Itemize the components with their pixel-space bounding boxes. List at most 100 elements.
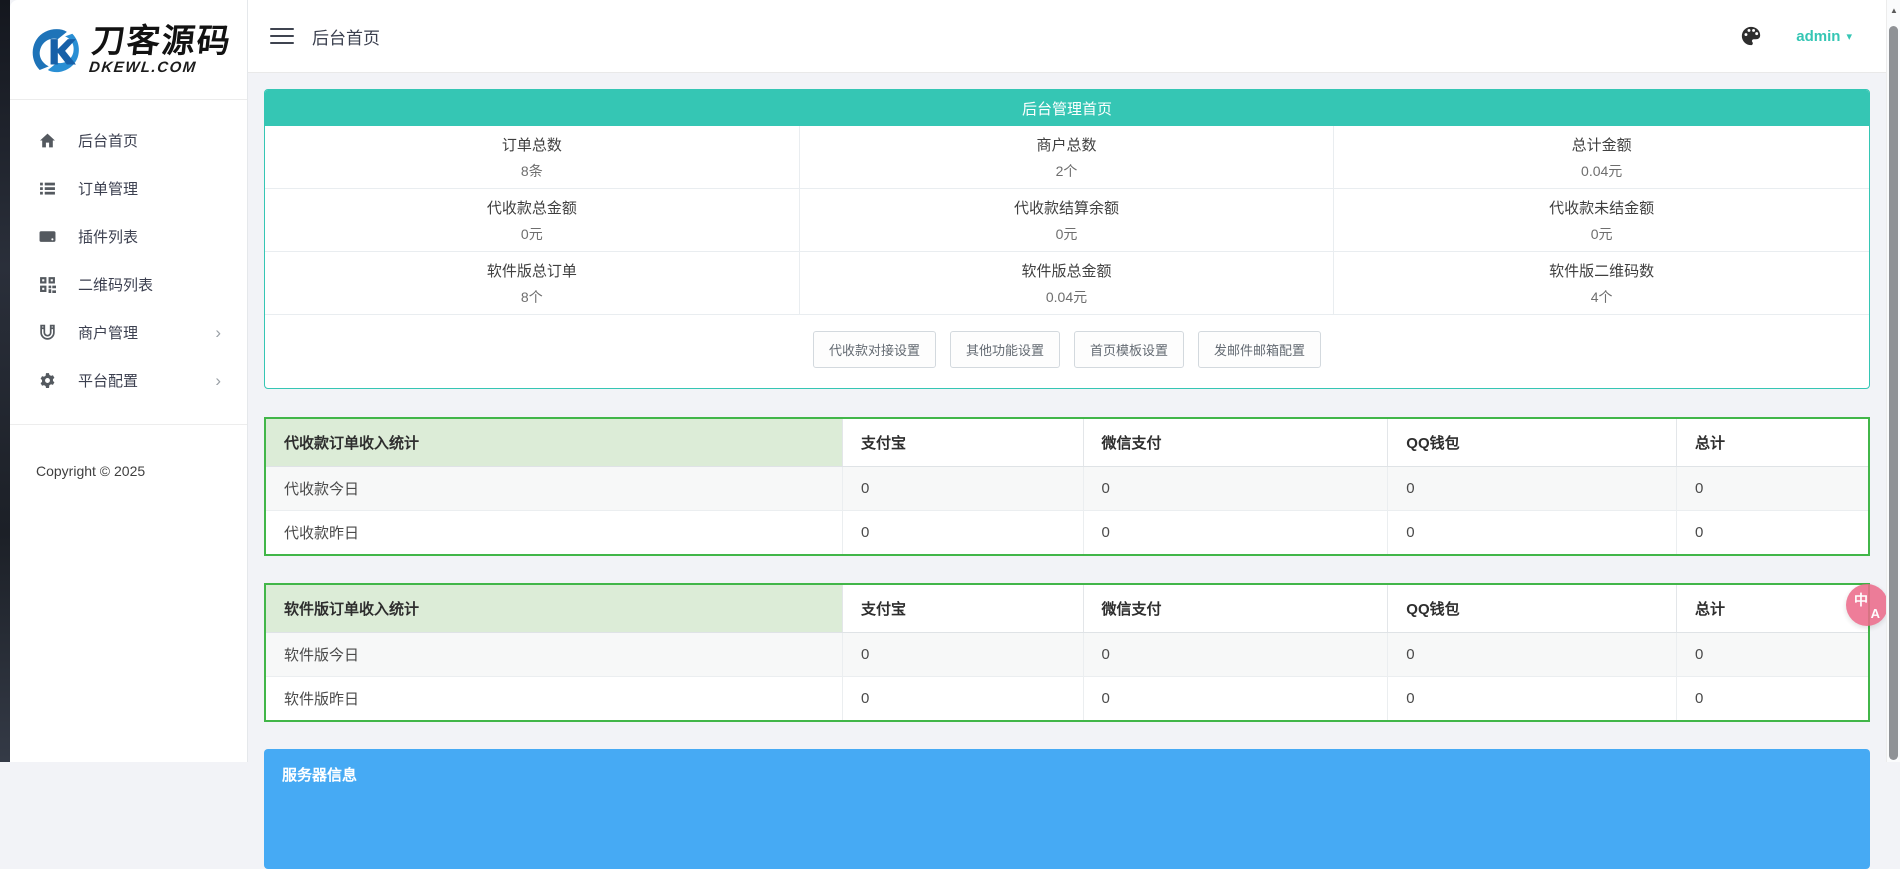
cell-value: 0 <box>1083 676 1389 721</box>
user-dropdown[interactable]: admin ▾ <box>1796 28 1852 45</box>
sidebar: 刀客源码 DKEWL.COM 后台首页 订单管理 插件列表 二维码列表 商户管理… <box>10 0 248 762</box>
column-header-total: 总计 <box>1676 584 1869 633</box>
stat-collection-settled-balance: 代收款结算余额 0元 <box>799 189 1335 252</box>
server-info-title: 服务器信息 <box>282 767 358 784</box>
email-config-button[interactable]: 发邮件邮箱配置 <box>1198 331 1322 368</box>
cell-value: 0 <box>842 676 1084 721</box>
gear-icon <box>38 371 56 389</box>
stat-software-orders: 软件版总订单 8个 <box>265 252 800 315</box>
cell-value: 0 <box>842 466 1084 511</box>
stat-label: 软件版二维码数 <box>1549 262 1655 280</box>
sidebar-item-label: 插件列表 <box>78 228 139 246</box>
column-header-alipay: 支付宝 <box>842 418 1084 467</box>
stat-value: 2个 <box>1055 162 1078 179</box>
sidebar-item-orders[interactable]: 订单管理 <box>10 164 247 212</box>
cell-value: 0 <box>1387 632 1677 677</box>
sidebar-item-label: 二维码列表 <box>78 276 154 294</box>
page-title: 后台首页 <box>312 28 380 48</box>
sidebar-item-platform-config[interactable]: 平台配置 › <box>10 356 247 404</box>
cell-value: 0 <box>1676 632 1869 677</box>
stat-value: 4个 <box>1590 288 1613 305</box>
column-header-total: 总计 <box>1676 418 1869 467</box>
theme-palette-icon[interactable] <box>1740 25 1762 47</box>
chevron-right-icon: › <box>215 370 221 390</box>
vertical-scrollbar[interactable]: ▲ <box>1886 0 1900 762</box>
dashboard-panel-title: 后台管理首页 <box>265 90 1869 126</box>
stat-total-orders: 订单总数 8条 <box>265 126 800 189</box>
table-header-row: 代收款订单收入统计 支付宝 微信支付 QQ钱包 总计 <box>265 418 1869 467</box>
cell-value: 0 <box>842 510 1084 555</box>
homepage-template-settings-button[interactable]: 首页模板设置 <box>1074 331 1185 368</box>
sidebar-item-qrcodes[interactable]: 二维码列表 <box>10 260 247 308</box>
server-info-panel: 服务器信息 <box>264 749 1870 869</box>
stat-label: 代收款结算余额 <box>1013 199 1119 217</box>
cell-value: 0 <box>1387 466 1677 511</box>
table-title: 代收款订单收入统计 <box>265 418 843 467</box>
stat-label: 代收款未结金额 <box>1549 199 1655 217</box>
magnet-icon <box>38 323 56 341</box>
table-row: 代收款昨日 0 0 0 0 <box>265 510 1869 555</box>
stat-label: 软件版总订单 <box>486 262 577 280</box>
brand-logo-text: 刀客源码 DKEWL.COM <box>87 22 234 76</box>
cell-value: 0 <box>1083 510 1389 555</box>
brand-logo-icon <box>32 28 79 72</box>
row-label: 软件版昨日 <box>265 676 843 721</box>
sidebar-item-home[interactable]: 后台首页 <box>10 116 247 164</box>
stat-label: 商户总数 <box>1036 136 1097 154</box>
qrcode-icon <box>38 275 56 293</box>
brand-domain: DKEWL.COM <box>87 59 198 76</box>
stat-label: 总计金额 <box>1571 136 1632 154</box>
hamburger-menu-icon[interactable] <box>270 23 294 49</box>
row-label: 代收款今日 <box>265 466 843 511</box>
cell-value: 0 <box>842 632 1084 677</box>
desktop-background-sliver <box>0 0 10 762</box>
brand-logo[interactable]: 刀客源码 DKEWL.COM <box>10 0 247 100</box>
table-row: 代收款今日 0 0 0 0 <box>265 466 1869 511</box>
cell-value: 0 <box>1083 632 1389 677</box>
stat-label: 代收款总金额 <box>486 199 577 217</box>
sidebar-item-merchants[interactable]: 商户管理 › <box>10 308 247 356</box>
cell-value: 0 <box>1695 690 1704 707</box>
dashboard-panel: 后台管理首页 订单总数 8条 商户总数 2个 总计金额 0.04元 代收款总金额… <box>264 89 1870 389</box>
caret-down-icon: ▾ <box>1846 30 1852 43</box>
stat-total-merchants: 商户总数 2个 <box>799 126 1335 189</box>
main-content: 后台管理首页 订单总数 8条 商户总数 2个 总计金额 0.04元 代收款总金额… <box>248 73 1886 869</box>
topbar-right: admin ▾ <box>1740 25 1852 47</box>
cell-value: 0 <box>1387 676 1677 721</box>
home-icon <box>38 131 56 149</box>
stat-label: 软件版总金额 <box>1021 262 1112 280</box>
cell-value: 0 <box>1083 466 1389 511</box>
stat-collection-total: 代收款总金额 0元 <box>265 189 800 252</box>
scrollbar-up-icon[interactable]: ▲ <box>1887 6 1900 15</box>
other-functions-settings-button[interactable]: 其他功能设置 <box>949 331 1060 368</box>
column-header-qq-wallet: QQ钱包 <box>1387 418 1677 467</box>
translate-floating-button[interactable]: 中 A <box>1846 584 1888 626</box>
copyright-text: Copyright © 2025 <box>36 463 146 479</box>
stats-grid: 订单总数 8条 商户总数 2个 总计金额 0.04元 代收款总金额 0元 代收款… <box>265 126 1869 315</box>
stat-value: 0元 <box>1055 225 1078 242</box>
table-title: 软件版订单收入统计 <box>265 584 843 633</box>
stat-collection-unsettled: 代收款未结金额 0元 <box>1334 189 1869 252</box>
collection-api-settings-button[interactable]: 代收款对接设置 <box>812 331 936 368</box>
sidebar-item-plugins[interactable]: 插件列表 <box>10 212 247 260</box>
sidebar-item-label: 平台配置 <box>78 372 139 390</box>
stat-value: 0元 <box>1590 225 1613 242</box>
chevron-right-icon: › <box>215 322 221 342</box>
brand-name: 刀客源码 <box>89 22 234 59</box>
translate-icon: 中 <box>1854 592 1868 608</box>
column-header-qq-wallet: QQ钱包 <box>1387 584 1677 633</box>
sidebar-item-label: 订单管理 <box>78 180 139 198</box>
table-header-row: 软件版订单收入统计 支付宝 微信支付 QQ钱包 总计 <box>265 584 1869 633</box>
list-icon <box>38 179 56 197</box>
stat-value: 0元 <box>520 225 543 242</box>
stat-value: 8个 <box>520 288 543 305</box>
dashboard-actions: 代收款对接设置 其他功能设置 首页模板设置 发邮件邮箱配置 <box>265 315 1869 388</box>
cell-value: 0 <box>1695 524 1704 541</box>
scrollbar-thumb[interactable] <box>1889 26 1898 760</box>
hdd-icon <box>38 227 56 245</box>
row-label: 软件版今日 <box>265 632 843 677</box>
cell-value: 0 <box>1387 510 1677 555</box>
column-header-wechat: 微信支付 <box>1083 418 1389 467</box>
collection-income-table: 代收款订单收入统计 支付宝 微信支付 QQ钱包 总计 代收款今日 0 0 0 0… <box>264 417 1870 556</box>
software-income-table: 软件版订单收入统计 支付宝 微信支付 QQ钱包 总计 软件版今日 0 0 0 0… <box>264 583 1870 722</box>
